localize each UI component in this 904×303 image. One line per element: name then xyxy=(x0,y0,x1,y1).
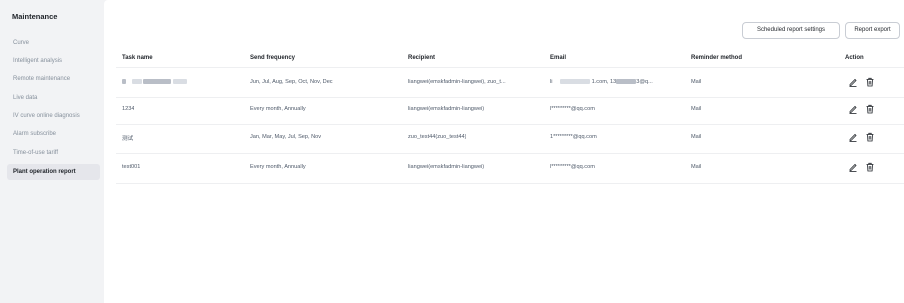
trash-delete-icon[interactable] xyxy=(865,104,875,114)
email-cell: l*********@qq.com xyxy=(550,106,595,112)
task-name-cell: test001 xyxy=(122,164,141,170)
send-frequency-cell: Every month, Annually xyxy=(250,164,306,170)
email-cell: li 1.com, 13 3@q... xyxy=(550,79,682,85)
pencil-edit-icon[interactable] xyxy=(848,132,858,142)
recipient-cell: liangwei(emskfadmin-liangwei) xyxy=(408,164,485,170)
sidebar-item-time-of-use-tariff[interactable]: Time-of-use tariff xyxy=(7,145,100,161)
email-text: li xyxy=(550,79,553,85)
recipient-cell: liangwei(emskfadmin-liangwei) xyxy=(408,106,485,112)
row-divider xyxy=(116,153,904,154)
sidebar-item-alarm-subscribe[interactable]: Alarm subscribe xyxy=(7,126,100,142)
report-export-button[interactable]: Report export xyxy=(845,22,900,39)
sidebar-item-remote-maintenance[interactable]: Remote maintenance xyxy=(7,71,100,87)
column-header-reminder-method: Reminder method xyxy=(691,55,743,61)
send-frequency-cell: Every month, Annually xyxy=(250,106,306,112)
trash-delete-icon[interactable] xyxy=(865,162,875,172)
task-name-cell: 测试 xyxy=(122,136,134,142)
row-divider xyxy=(116,124,904,125)
redacted-text xyxy=(172,79,187,85)
column-header-recipient: Recipient xyxy=(408,55,436,61)
pencil-edit-icon[interactable] xyxy=(848,77,858,87)
redacted-text xyxy=(560,79,591,85)
sidebar-item-intelligent-analysis[interactable]: Intelligent analysis xyxy=(7,53,100,69)
main-panel xyxy=(104,0,904,303)
redacted-text xyxy=(616,79,637,85)
header-divider xyxy=(116,67,904,68)
recipient-cell: zuo_test44(zuo_test44) xyxy=(408,134,467,140)
redacted-text xyxy=(122,79,126,85)
reminder-method-cell: Mail xyxy=(691,79,702,85)
column-header-action: Action xyxy=(845,55,864,61)
task-name-cell: 1234 xyxy=(122,106,135,112)
redacted-text xyxy=(143,79,172,85)
sidebar-item-curve[interactable]: Curve xyxy=(7,35,100,51)
redacted-text xyxy=(131,79,142,85)
trash-delete-icon[interactable] xyxy=(865,132,875,142)
sidebar-item-iv-curve-diagnosis[interactable]: IV curve online diagnosis xyxy=(7,108,100,124)
sidebar: Maintenance Curve Intelligent analysis R… xyxy=(0,0,104,303)
send-frequency-cell: Jan, Mar, May, Jul, Sep, Nov xyxy=(250,134,322,140)
column-header-email: Email xyxy=(550,55,567,61)
email-cell: 1*********@qq.com xyxy=(550,134,597,140)
row-divider xyxy=(116,183,904,184)
sidebar-title: Maintenance xyxy=(12,12,58,21)
pencil-edit-icon[interactable] xyxy=(848,104,858,114)
row-divider xyxy=(116,97,904,98)
sidebar-item-plant-operation-report[interactable]: Plant operation report xyxy=(7,164,100,180)
email-text: 1.com, 13 xyxy=(591,79,617,85)
pencil-edit-icon[interactable] xyxy=(848,162,858,172)
recipient-cell: liangwei(emskfadmin-liangwei), zuo_t... xyxy=(408,79,506,85)
sidebar-item-live-data[interactable]: Live data xyxy=(7,90,100,106)
reminder-method-cell: Mail xyxy=(691,106,702,112)
trash-delete-icon[interactable] xyxy=(865,77,875,87)
column-header-send-frequency: Send frequency xyxy=(250,55,296,61)
send-frequency-cell: Jun, Jul, Aug, Sep, Oct, Nov, Dec xyxy=(250,79,333,85)
email-text: 3@q... xyxy=(636,79,653,85)
reminder-method-cell: Mail xyxy=(691,164,702,170)
scheduled-report-settings-button[interactable]: Scheduled report settings xyxy=(742,22,840,39)
column-header-task-name: Task name xyxy=(122,55,153,61)
reminder-method-cell: Mail xyxy=(691,134,702,140)
email-cell: l*********@qq.com xyxy=(550,164,595,170)
task-name-cell xyxy=(122,79,187,85)
